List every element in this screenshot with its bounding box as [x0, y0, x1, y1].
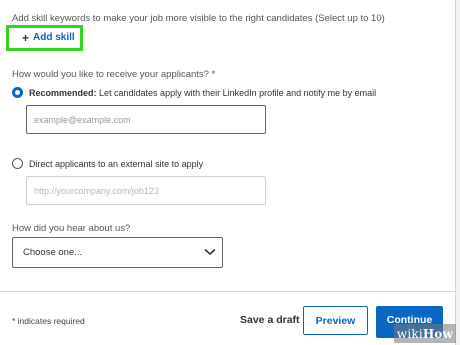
- receive-applicants-question: How would you like to receive your appli…: [12, 69, 216, 80]
- watermark-prefix: wiki: [396, 326, 423, 341]
- referral-select[interactable]: Choose one...: [12, 237, 223, 268]
- watermark-suffix: How: [422, 326, 454, 341]
- wikihow-watermark: wiki How: [394, 324, 456, 343]
- recommended-label-text: Let candidates apply with their LinkedIn…: [96, 88, 377, 98]
- job-post-form: Add skill keywords to make your job more…: [0, 0, 460, 345]
- radio-recommended[interactable]: [12, 87, 23, 98]
- footer-divider: [0, 291, 455, 292]
- add-skill-label: Add skill: [33, 32, 75, 43]
- email-field[interactable]: [26, 105, 266, 134]
- skills-prompt: Add skill keywords to make your job more…: [12, 13, 385, 24]
- referral-question: How did you hear about us?: [12, 223, 131, 234]
- preview-label: Preview: [315, 314, 356, 327]
- recommended-option-label[interactable]: Recommended: Let candidates apply with t…: [29, 88, 376, 98]
- required-note: * indicates required: [12, 316, 85, 326]
- referral-select-value: Choose one...: [23, 247, 83, 258]
- save-draft-button[interactable]: Save a draft: [240, 314, 300, 326]
- preview-button[interactable]: Preview: [303, 306, 368, 335]
- chevron-down-icon: [204, 249, 216, 255]
- recommended-bold-label: Recommended:: [29, 88, 97, 98]
- add-skill-button[interactable]: + Add skill: [22, 30, 75, 45]
- external-url-field[interactable]: [26, 176, 266, 205]
- scrollbar-track[interactable]: [455, 0, 460, 345]
- radio-external-site[interactable]: [12, 158, 23, 169]
- plus-icon: +: [22, 30, 30, 45]
- external-option-label[interactable]: Direct applicants to an external site to…: [29, 159, 203, 169]
